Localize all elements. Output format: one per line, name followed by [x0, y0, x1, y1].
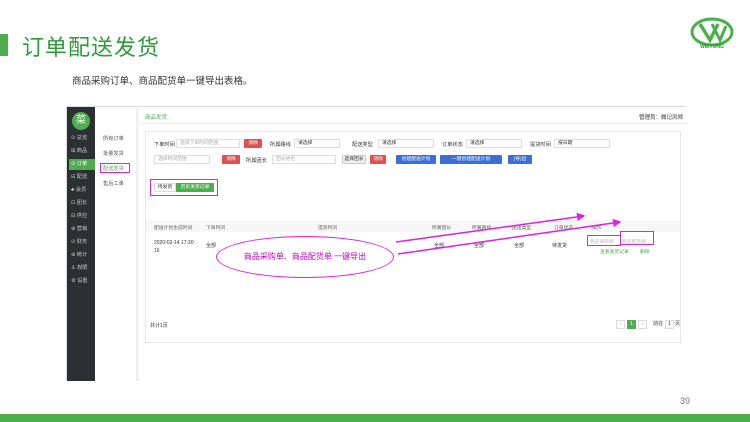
row-route: 全部	[474, 243, 485, 249]
leader-label: 所属团长	[246, 158, 267, 164]
subnav-all-orders[interactable]: 所有订单	[103, 135, 124, 142]
bottom-accent-bar	[0, 414, 750, 422]
nav-item-delivery[interactable]: ⊟ 配送	[69, 172, 95, 183]
col-route: 所属路线	[472, 226, 492, 231]
shipping-panel: 下单时间 选择下单时间范围 清除 所属路线 请选择 配送类型 请选择 订单状态 …	[145, 131, 681, 343]
row-leader: 全部	[434, 243, 445, 249]
divider	[139, 123, 687, 124]
row-status: 待发货	[552, 243, 568, 249]
admin-label: 管理员：微记风倾	[638, 115, 683, 121]
slide: 订单配送发货 WEITONG 商品采购订单、商品配货单一键导出表格。 菜 ⊙ 总…	[0, 0, 750, 422]
nav-item-finance[interactable]: ⊙ 财务	[69, 237, 95, 248]
one-click-plan-button[interactable]: 一键创建配送计划	[440, 155, 502, 164]
app-logo-icon: 菜	[72, 112, 90, 130]
page-suffix: 页	[674, 321, 680, 327]
pickup-time-label: 提货时间	[530, 142, 551, 148]
slide-subtitle: 商品采购订单、商品配货单一键导出表格。	[72, 76, 253, 87]
subnav-batch-ship[interactable]: 批量发货	[103, 150, 124, 157]
row-plan-time-cont: 16	[154, 248, 160, 254]
create-plan-button[interactable]: 创建配送计划	[396, 155, 436, 164]
order-time-label: 下单时间	[154, 142, 175, 148]
logo-text: WEITONG	[700, 44, 724, 50]
main-content: 商品发货 管理员：微记风倾 下单时间 选择下单时间范围 清除 所属路线 请选择 …	[139, 107, 687, 381]
highlight-box-subnav	[100, 163, 130, 173]
col-plan-time: 配送计划生成时间	[154, 226, 193, 231]
row-order-time: 全部	[206, 243, 217, 249]
current-page-button[interactable]: 1	[627, 320, 636, 329]
highlight-box-picking	[620, 231, 654, 245]
col-order-time: 下单时间	[206, 226, 226, 231]
highlight-box-tabs	[150, 179, 218, 196]
nav-item-permissions[interactable]: ♙ 权限	[69, 263, 95, 274]
nav-item-stats[interactable]: ⊕ 统计	[69, 250, 95, 261]
nav-item-goods[interactable]: ⊞ 商品	[69, 146, 95, 157]
nav-item-settings[interactable]: ⚙ 设置	[69, 276, 95, 287]
app-screenshot: 菜 ⊙ 总览 ⊞ 商品 ⊙ 订单 ⊟ 配送 ♣ 会员 ⊡ 团长 ⊟ 供应 ⊕ 营…	[66, 106, 687, 381]
total-pages: 共计1页	[150, 323, 168, 329]
choose-leader-button[interactable]: 选择团长	[342, 155, 366, 164]
company-logo-icon	[690, 17, 734, 47]
row-delivery-type: 全部	[514, 243, 525, 249]
goto-label: 前往	[652, 321, 663, 327]
callout-text: 商品采购单、商品配货单 一键导出	[243, 252, 367, 261]
delivery-type-label: 配送类型	[352, 142, 373, 148]
delete-link[interactable]: 删除	[640, 248, 650, 255]
nav-item-marketing[interactable]: ⊕ 营销	[69, 224, 95, 235]
route-select[interactable]: 请选择	[294, 139, 340, 148]
highlight-box-purchase	[587, 235, 621, 246]
row-plan-time: 2020-02-14 17:30:	[154, 240, 195, 246]
nav-item-members[interactable]: ♣ 会员	[69, 185, 95, 196]
view-history-link[interactable]: 查看发货记录	[600, 248, 629, 255]
time-range-input[interactable]: 选择时间范围	[154, 155, 210, 164]
goto-page-input[interactable]: 1	[665, 320, 674, 329]
order-status-select[interactable]: 请选择	[466, 139, 522, 148]
next-page-button[interactable]: ›	[638, 320, 647, 329]
nav-item-supply[interactable]: ⊟ 供应	[69, 211, 95, 222]
delivery-type-select[interactable]: 请选择	[378, 139, 434, 148]
page-number: 39	[680, 396, 691, 406]
nav-item-overview[interactable]: ⊙ 总览	[69, 133, 95, 144]
pickup-time-select[interactable]: 按日期	[554, 139, 610, 148]
col-status: 订单状态	[554, 226, 574, 231]
col-pickup-time: 提货时间	[318, 226, 338, 231]
nav-item-orders[interactable]: ⊙ 订单	[69, 159, 95, 170]
title-accent-bar	[0, 34, 8, 56]
leader-input[interactable]: 团长姓名	[272, 155, 336, 164]
nav-item-leaders[interactable]: ⊡ 团长	[69, 198, 95, 209]
order-time-input[interactable]: 选择下单时间范围	[176, 139, 240, 148]
clear-order-time-button[interactable]: 清除	[244, 139, 262, 148]
main-nav: 菜 ⊙ 总览 ⊞ 商品 ⊙ 订单 ⊟ 配送 ♣ 会员 ⊡ 团长 ⊟ 供应 ⊕ 营…	[67, 107, 95, 381]
export-button[interactable]: (导)出	[508, 155, 532, 164]
slide-title: 订单配送发货	[22, 35, 161, 60]
col-delivery-type: 配送类型	[512, 226, 532, 231]
clear-leader-button[interactable]: 清除	[370, 155, 386, 164]
subnav-after-sales[interactable]: 售后工单	[103, 180, 124, 187]
col-actions: 操作	[592, 226, 602, 231]
route-label: 所属路线	[270, 142, 291, 148]
prev-page-button[interactable]: ‹	[616, 320, 625, 329]
col-leader: 所属团长	[432, 226, 452, 231]
sub-nav: 所有订单 批量发货 配送发货 售后工单	[95, 107, 137, 381]
clear-time-range-button[interactable]: 清除	[222, 155, 240, 164]
order-status-label: 订单状态	[442, 142, 463, 148]
